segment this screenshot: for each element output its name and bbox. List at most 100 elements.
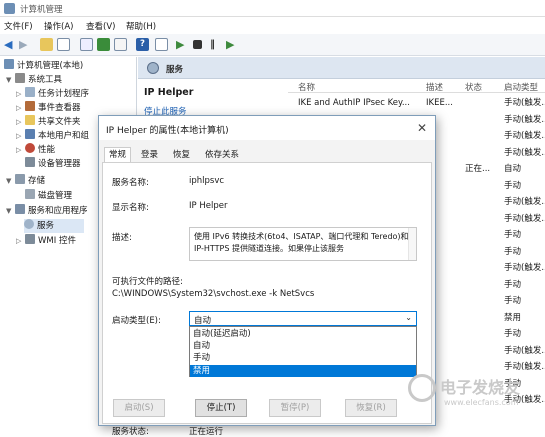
row-status: 正在... (465, 164, 491, 174)
display-name-label: 显示名称: (112, 203, 149, 213)
forward-icon[interactable]: ▶ (19, 38, 32, 51)
exe-path-label: 可执行文件的路径: (112, 277, 183, 287)
wmi-icon (25, 234, 35, 244)
tree-shared-folders[interactable]: ▷ 共享文件夹 (16, 115, 81, 129)
dialog-titlebar: IP Helper 的属性(本地计算机) ✕ (99, 116, 435, 140)
services-header-title: 服务 (166, 65, 184, 75)
export-list-icon[interactable] (114, 38, 127, 51)
pause-service-icon[interactable]: ‖ (210, 38, 223, 51)
chevron-right-icon[interactable]: ▷ (16, 101, 25, 115)
chevron-right-icon[interactable]: ▷ (16, 87, 25, 101)
pause-button[interactable]: 暂停(P) (269, 399, 321, 417)
row-startup: 手动(触发... (504, 114, 545, 125)
startup-type-value: 自动 (194, 316, 212, 326)
restart-service-icon[interactable]: ▶ (226, 38, 239, 51)
startup-option[interactable]: 禁用 (190, 364, 416, 377)
chevron-right-icon[interactable]: ▷ (16, 115, 25, 129)
tree-root[interactable]: 计算机管理(本地) (4, 59, 83, 73)
display-name-value: IP Helper (189, 201, 228, 211)
toolbar: ◀ ▶ ? ▶ ‖ ▶ (0, 34, 545, 56)
stop-service-icon[interactable] (193, 40, 202, 49)
chevron-down-icon[interactable]: ▼ (6, 73, 15, 87)
menu-action[interactable]: 操作(A) (44, 20, 73, 32)
tree-disk-mgmt-label: 磁盘管理 (38, 191, 73, 201)
tab-logon[interactable]: 登录 (136, 147, 163, 162)
tree-services-apps[interactable]: ▼ 服务和应用程序 (6, 204, 88, 218)
chevron-right-icon[interactable]: ▷ (16, 143, 25, 157)
view-icon[interactable] (155, 38, 168, 51)
startup-type-select[interactable]: 自动 ⌄ (189, 311, 417, 326)
disk-icon (25, 189, 35, 199)
back-icon[interactable]: ◀ (4, 38, 17, 51)
col-startup[interactable]: 启动类型 (504, 81, 538, 93)
tree-local-users[interactable]: ▷ 本地用户和组 (16, 129, 89, 143)
tree-performance[interactable]: ▷ 性能 (16, 143, 55, 157)
row-startup: 手动(触发... (504, 197, 545, 207)
watermark: 电子发烧友 www.elecfans.com (408, 370, 538, 420)
window-title: 计算机管理 (20, 5, 63, 15)
help-icon[interactable]: ? (136, 38, 149, 51)
menu-help[interactable]: 帮助(H) (126, 20, 156, 32)
tree-task-scheduler[interactable]: ▷ 任务计划程序 (16, 87, 89, 101)
dialog-tabs: 常规 登录 恢复 依存关系 (102, 147, 432, 163)
general-panel: 服务名称: iphlpsvc 显示名称: IP Helper 描述: 使用 IP… (102, 162, 432, 437)
row-startup: 自动 (504, 164, 522, 174)
resume-button[interactable]: 恢复(R) (345, 399, 397, 417)
tab-recovery[interactable]: 恢复 (168, 147, 195, 162)
description-box[interactable]: 使用 IPv6 转换技术(6to4、ISATAP、端口代理和 Teredo)和 … (189, 227, 417, 261)
tree-services-apps-label: 服务和应用程序 (28, 206, 88, 216)
row-startup: 手动(触发... (504, 345, 545, 356)
startup-option[interactable]: 自动 (190, 340, 416, 352)
close-icon[interactable]: ✕ (417, 121, 427, 135)
stop-button[interactable]: 停止(T) (195, 399, 247, 417)
folder-icon (25, 115, 35, 125)
chevron-right-icon[interactable]: ▷ (16, 129, 25, 143)
tree-disk-management[interactable]: 磁盘管理 (25, 189, 72, 203)
properties-dialog: IP Helper 的属性(本地计算机) ✕ 常规 登录 恢复 依存关系 服务名… (98, 115, 436, 437)
menu-bar: 文件(F) 操作(A) 查看(V) 帮助(H) (0, 17, 545, 34)
chevron-right-icon[interactable]: ▷ (16, 234, 25, 248)
users-icon (25, 129, 35, 139)
tree-performance-label: 性能 (38, 145, 56, 155)
startup-option[interactable]: 手动 (190, 352, 416, 364)
performance-icon (25, 143, 35, 153)
description-scrollbar[interactable] (408, 228, 416, 260)
up-folder-icon[interactable] (40, 38, 53, 51)
console-tree-icon[interactable] (57, 38, 70, 51)
col-desc[interactable]: 描述 (426, 81, 443, 93)
properties-icon[interactable] (80, 38, 93, 51)
row-name: IKE and AuthIP IPsec Key... (298, 98, 410, 108)
tree-wmi-label: WMI 控件 (38, 236, 76, 246)
col-name[interactable]: 名称 (298, 81, 315, 93)
chevron-down-icon[interactable]: ▼ (6, 174, 15, 188)
tree-wmi[interactable]: ▷ WMI 控件 (16, 234, 76, 248)
tree-services[interactable]: 服务 (24, 219, 84, 233)
table-row[interactable]: IKE and AuthIP IPsec Key... IKEE... 手动(触发.… (288, 97, 545, 109)
refresh-icon[interactable] (97, 38, 110, 51)
chevron-down-icon[interactable]: ▼ (6, 204, 15, 218)
row-startup: 手动 (504, 180, 522, 191)
menu-file[interactable]: 文件(F) (4, 20, 33, 32)
tree-device-manager-label: 设备管理器 (38, 159, 81, 169)
tree-system-tools[interactable]: ▼ 系统工具 (6, 73, 62, 87)
tree-event-viewer-label: 事件查看器 (38, 103, 81, 113)
tab-dependencies[interactable]: 依存关系 (200, 147, 244, 162)
tree-storage[interactable]: ▼ 存储 (6, 174, 45, 188)
service-name-label: 服务名称: (112, 178, 149, 188)
row-startup: 手动 (504, 296, 522, 306)
tab-general[interactable]: 常规 (104, 147, 132, 163)
tree-device-manager[interactable]: 设备管理器 (25, 157, 81, 171)
tree-shared-folders-label: 共享文件夹 (38, 117, 81, 127)
menu-view[interactable]: 查看(V) (86, 20, 115, 32)
detail-title: IP Helper (144, 87, 194, 98)
tree-event-viewer[interactable]: ▷ 事件查看器 (16, 101, 81, 115)
startup-option[interactable]: 自动(延迟启动) (190, 328, 416, 340)
tree-local-users-label: 本地用户和组 (38, 131, 90, 141)
tree-root-label: 计算机管理(本地) (17, 61, 84, 71)
services-header: 服务 (138, 57, 545, 79)
row-startup: 手动 (504, 329, 522, 339)
start-service-icon[interactable]: ▶ (176, 38, 189, 51)
chevron-down-icon[interactable]: ⌄ (405, 313, 412, 322)
start-button[interactable]: 启动(S) (113, 399, 165, 417)
col-status[interactable]: 状态 (465, 81, 482, 93)
